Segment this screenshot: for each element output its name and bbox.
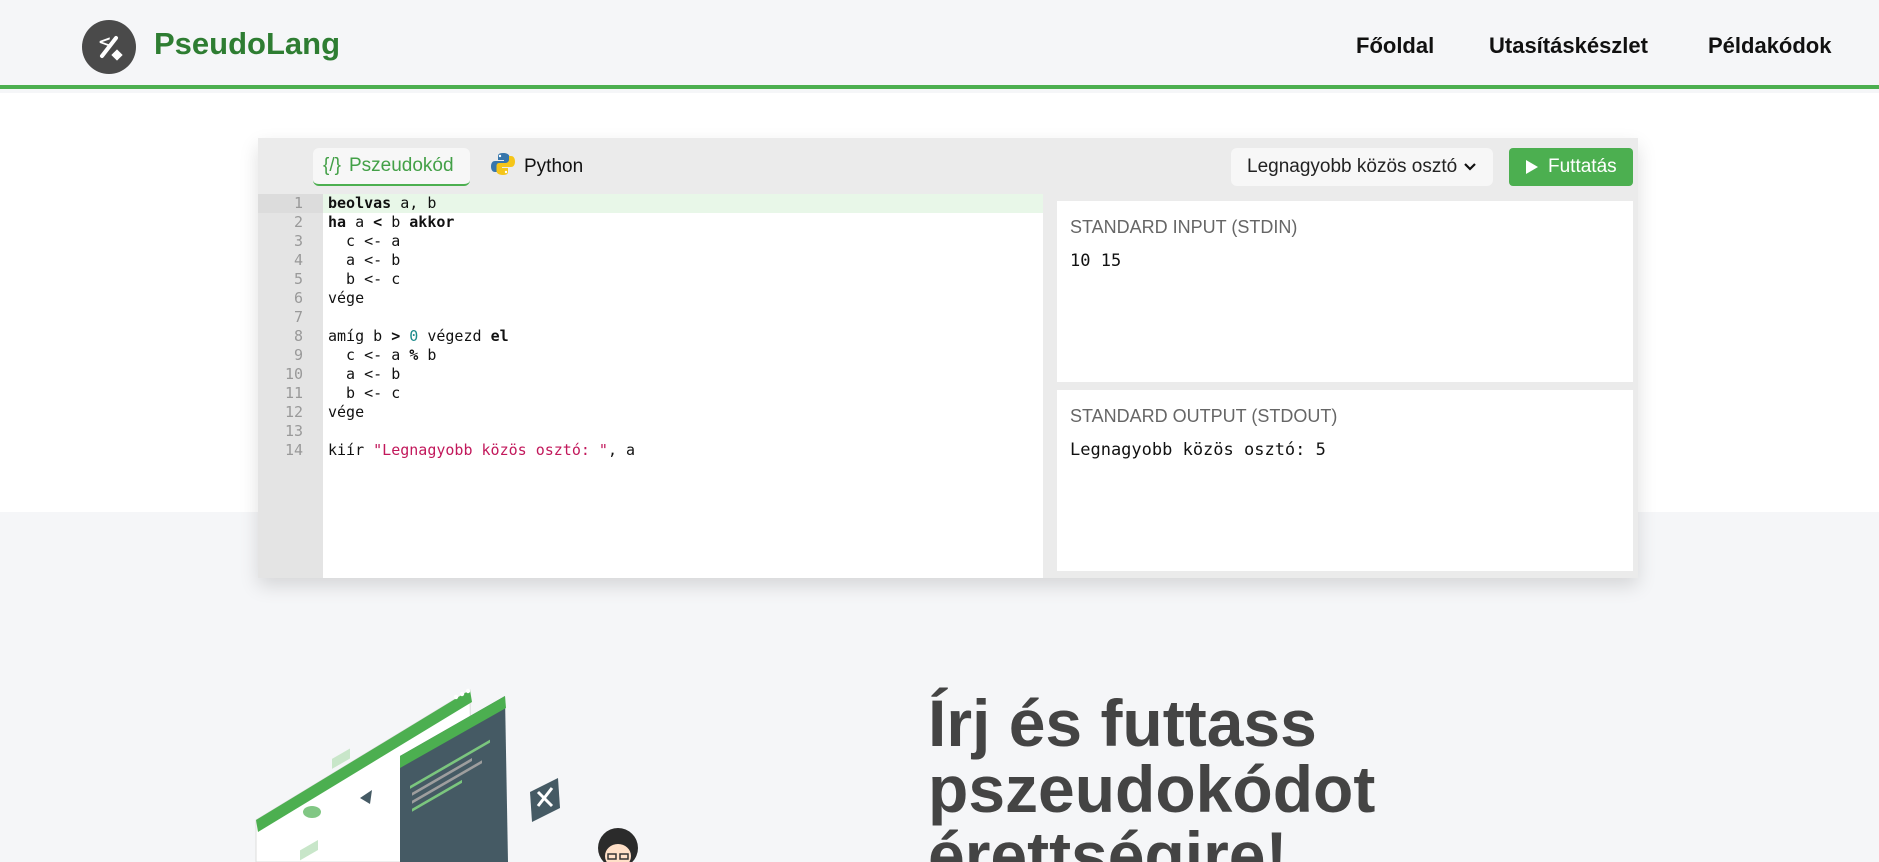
stdin-label: STANDARD INPUT (STDIN)	[1070, 217, 1298, 237]
stdout-panel: STANDARD OUTPUT (STDOUT) Legnagyobb közö…	[1057, 390, 1633, 571]
hero-title-line: érettségire!	[928, 818, 1288, 862]
run-button[interactable]: Futtatás	[1509, 148, 1633, 186]
code-editor-card: {/} Pszeudokód Python Legnagyobb közös o…	[258, 138, 1638, 578]
example-select[interactable]: Legnagyobb közös osztó	[1231, 148, 1493, 186]
stdin-panel[interactable]: STANDARD INPUT (STDIN) 10 15	[1057, 201, 1633, 382]
tab-pseudocode[interactable]: {/} Pszeudokód	[313, 148, 470, 186]
code-line: kiír "Legnagyobb közös osztó: ", a	[328, 441, 636, 459]
hero-title: Írj és futtass pszeudokódot érettségire!	[928, 690, 1628, 862]
nav-link-instructions[interactable]: Utasításkészlet	[1489, 33, 1648, 59]
code-line: c <- a	[328, 232, 401, 250]
chevron-down-icon	[1461, 157, 1479, 181]
line-number-gutter: 1 2 3 4 5 6 7 8 9 10 11 12 13 14	[258, 194, 323, 578]
line-number: 7	[293, 308, 303, 326]
code-line: vége	[328, 289, 365, 307]
play-icon	[1526, 160, 1538, 174]
hero-title-line: Írj és futtass	[928, 686, 1317, 760]
tab-pseudocode-label: Pszeudokód	[348, 155, 454, 176]
code-line: beolvas a, b	[328, 194, 437, 212]
hero-title-line: pszeudokódot	[928, 752, 1376, 826]
run-button-label: Futtatás	[1548, 156, 1617, 177]
stdin-value[interactable]: 10 15	[1070, 251, 1121, 271]
code-brackets-icon: {/}	[323, 155, 341, 176]
line-number: 8	[293, 327, 303, 345]
line-number: 11	[284, 384, 303, 402]
nav-link-home[interactable]: Főoldal	[1356, 33, 1434, 59]
line-number: 5	[293, 270, 303, 288]
brand-name[interactable]: PseudoLang	[154, 26, 340, 62]
line-number: 9	[293, 346, 303, 364]
hero-illustration	[240, 680, 660, 862]
line-number: 3	[293, 232, 303, 250]
code-line: a <- b	[328, 365, 401, 383]
line-number: 10	[284, 365, 303, 383]
python-icon	[490, 151, 516, 183]
line-number: 2	[293, 213, 303, 231]
code-line: amíg b > 0 végezd el	[328, 327, 509, 345]
line-number: 14	[284, 441, 303, 459]
code-line: vége	[328, 403, 365, 421]
close-badge-icon	[530, 778, 560, 822]
example-select-value: Legnagyobb közös osztó	[1247, 156, 1458, 177]
line-number: 4	[293, 251, 303, 269]
line-number: 12	[284, 403, 303, 421]
code-line: b <- c	[328, 384, 401, 402]
person-illustration	[598, 828, 638, 862]
site-header: < PseudoLang Főoldal Utasításkészlet Pél…	[0, 0, 1879, 89]
code-textarea[interactable]: beolvas a, b ha a < b akkor c <- a a <- b…	[323, 194, 1043, 578]
code-line: b <- c	[328, 270, 401, 288]
code-line: ha a < b akkor	[328, 213, 455, 231]
stdout-value: Legnagyobb közös osztó: 5	[1070, 440, 1326, 460]
line-number: 1	[293, 194, 303, 212]
line-number: 13	[284, 422, 303, 440]
line-number: 6	[293, 289, 303, 307]
nav-link-examples[interactable]: Példakódok	[1708, 33, 1831, 59]
tab-python-label: Python	[524, 156, 584, 177]
stdout-label: STANDARD OUTPUT (STDOUT)	[1070, 406, 1338, 426]
tab-python[interactable]: Python	[490, 148, 583, 186]
code-line: a <- b	[328, 251, 401, 269]
logo-icon[interactable]: <	[82, 20, 136, 74]
code-line: c <- a % b	[328, 346, 437, 364]
